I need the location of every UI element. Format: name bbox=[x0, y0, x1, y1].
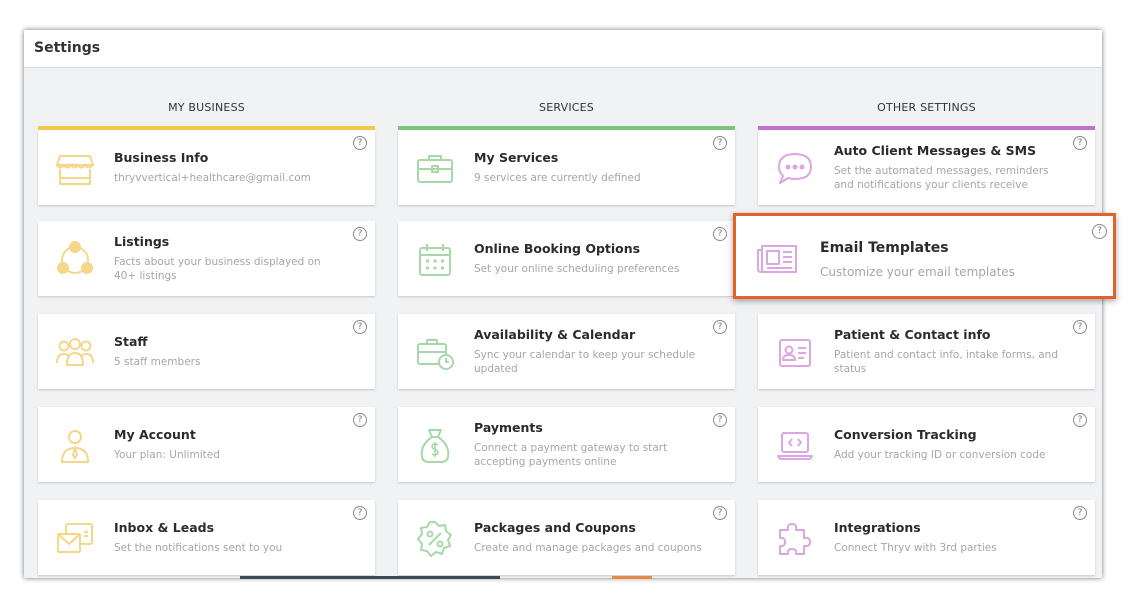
staff-desc: 5 staff members bbox=[114, 356, 201, 368]
inbox-leads-card[interactable]: Inbox & Leads Set the notifications sent… bbox=[38, 500, 375, 575]
listings-card[interactable]: Listings Facts about your business displ… bbox=[38, 221, 375, 296]
background-strip bbox=[612, 576, 652, 579]
payments-title: Payments bbox=[474, 420, 543, 435]
help-icon[interactable]: ? bbox=[1073, 413, 1087, 427]
email-templates-card[interactable]: Email Templates Customize your email tem… bbox=[733, 213, 1116, 299]
storefront-icon bbox=[54, 148, 96, 190]
help-icon[interactable]: ? bbox=[1073, 320, 1087, 334]
group-icon bbox=[54, 332, 96, 374]
my-services-card[interactable]: My Services 9 services are currently def… bbox=[398, 130, 735, 205]
business-info-card[interactable]: Business Info thryvvertical+healthcare@g… bbox=[38, 130, 375, 205]
column-header-services: SERVICES bbox=[539, 101, 594, 114]
inbox-leads-title: Inbox & Leads bbox=[114, 520, 215, 535]
help-icon[interactable]: ? bbox=[353, 506, 367, 520]
newspaper-icon bbox=[754, 236, 800, 282]
my-services-desc: 9 services are currently defined bbox=[474, 172, 641, 184]
network-people-icon bbox=[54, 239, 96, 281]
laptop-code-icon bbox=[774, 425, 816, 467]
patient-contact-desc: Patient and contact info, intake forms, … bbox=[834, 349, 1058, 375]
auto-client-messages-title: Auto Client Messages & SMS bbox=[834, 143, 1037, 158]
conversion-tracking-desc: Add your tracking ID or conversion code bbox=[834, 449, 1046, 461]
my-account-title: My Account bbox=[114, 427, 196, 442]
help-icon[interactable]: ? bbox=[353, 320, 367, 334]
settings-window: Settings MY BUSINESS SERVICES OTHER SETT… bbox=[24, 30, 1102, 578]
integrations-title: Integrations bbox=[834, 520, 921, 535]
integrations-card[interactable]: Integrations Connect Thryv with 3rd part… bbox=[758, 500, 1095, 575]
my-account-card[interactable]: My Account Your plan: Unlimited ? bbox=[38, 407, 375, 482]
availability-desc: Sync your calendar to keep your schedule… bbox=[474, 349, 696, 375]
help-icon[interactable]: ? bbox=[353, 136, 367, 150]
discount-badge-icon bbox=[414, 518, 456, 560]
patient-contact-title: Patient & Contact info bbox=[834, 327, 991, 342]
column-header-my-business: MY BUSINESS bbox=[168, 101, 245, 114]
business-info-title: Business Info bbox=[114, 150, 209, 165]
listings-title: Listings bbox=[114, 234, 170, 249]
calendar-icon bbox=[414, 239, 456, 281]
help-icon[interactable]: ? bbox=[713, 136, 727, 150]
staff-title: Staff bbox=[114, 334, 148, 349]
id-card-icon bbox=[774, 332, 816, 374]
packages-coupons-title: Packages and Coupons bbox=[474, 520, 636, 535]
patient-contact-card[interactable]: Patient & Contact info Patient and conta… bbox=[758, 314, 1095, 389]
puzzle-icon bbox=[774, 518, 816, 560]
background-strip bbox=[240, 576, 500, 579]
title-bar: Settings bbox=[24, 30, 1102, 68]
help-icon[interactable]: ? bbox=[353, 227, 367, 241]
availability-title: Availability & Calendar bbox=[474, 327, 636, 342]
column-header-other-settings: OTHER SETTINGS bbox=[877, 101, 976, 114]
help-icon[interactable]: ? bbox=[713, 320, 727, 334]
help-icon[interactable]: ? bbox=[1092, 224, 1107, 239]
staff-card[interactable]: Staff 5 staff members ? bbox=[38, 314, 375, 389]
help-icon[interactable]: ? bbox=[1073, 136, 1087, 150]
packages-coupons-card[interactable]: Packages and Coupons Create and manage p… bbox=[398, 500, 735, 575]
conversion-tracking-card[interactable]: Conversion Tracking Add your tracking ID… bbox=[758, 407, 1095, 482]
help-icon[interactable]: ? bbox=[713, 506, 727, 520]
listings-desc: Facts about your business displayed on 4… bbox=[114, 256, 321, 282]
online-booking-title: Online Booking Options bbox=[474, 241, 641, 256]
briefcase-icon bbox=[414, 148, 456, 190]
online-booking-card[interactable]: Online Booking Options Set your online s… bbox=[398, 221, 735, 296]
availability-card[interactable]: Availability & Calendar Sync your calend… bbox=[398, 314, 735, 389]
auto-client-messages-card[interactable]: Auto Client Messages & SMS Set the autom… bbox=[758, 130, 1095, 205]
my-services-title: My Services bbox=[474, 150, 559, 165]
envelope-icon bbox=[54, 518, 96, 560]
integrations-desc: Connect Thryv with 3rd parties bbox=[834, 542, 997, 554]
help-icon[interactable]: ? bbox=[353, 413, 367, 427]
payments-card[interactable]: Payments Connect a payment gateway to st… bbox=[398, 407, 735, 482]
briefcase-clock-icon bbox=[414, 332, 456, 374]
inbox-leads-desc: Set the notifications sent to you bbox=[114, 542, 283, 554]
email-templates-title: Email Templates bbox=[820, 240, 949, 256]
help-icon[interactable]: ? bbox=[1073, 506, 1087, 520]
business-info-desc: thryvvertical+healthcare@gmail.com bbox=[114, 172, 311, 184]
auto-client-messages-desc: Set the automated messages, reminders an… bbox=[834, 165, 1049, 191]
chat-bubble-icon bbox=[774, 148, 816, 190]
help-icon[interactable]: ? bbox=[713, 413, 727, 427]
page-title: Settings bbox=[34, 40, 101, 56]
my-account-desc: Your plan: Unlimited bbox=[114, 449, 220, 461]
person-icon bbox=[54, 425, 96, 467]
payments-desc: Connect a payment gateway to start accep… bbox=[474, 442, 668, 468]
email-templates-desc: Customize your email templates bbox=[820, 265, 1015, 279]
online-booking-desc: Set your online scheduling preferences bbox=[474, 263, 680, 275]
conversion-tracking-title: Conversion Tracking bbox=[834, 427, 977, 442]
money-bag-icon bbox=[414, 425, 456, 467]
help-icon[interactable]: ? bbox=[713, 227, 727, 241]
packages-coupons-desc: Create and manage packages and coupons bbox=[474, 542, 702, 554]
